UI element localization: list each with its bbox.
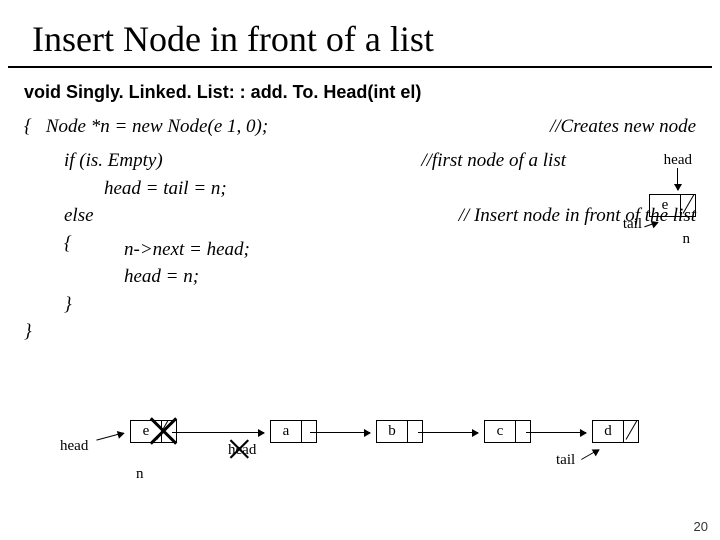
cross-out-icon <box>148 416 178 446</box>
comment-create: //Creates new node <box>550 114 696 140</box>
page-number: 20 <box>694 519 708 534</box>
node-c-val: c <box>485 421 516 442</box>
null-slash-d <box>625 420 639 440</box>
arrow-tail2 <box>581 449 599 460</box>
node-d: d <box>592 420 639 443</box>
label-tail: tail <box>623 216 642 233</box>
label-head: head <box>664 152 692 169</box>
label-tail2: tail <box>556 452 575 469</box>
comment-first: //first node of a list <box>421 148 566 174</box>
arrow-head-down <box>677 168 678 190</box>
code-else: else <box>24 203 94 229</box>
code-close: } <box>24 319 696 345</box>
label-n: n <box>683 231 691 248</box>
node-c: c <box>484 420 531 443</box>
arrow-c-d <box>526 432 586 433</box>
node-a-val: a <box>271 421 302 442</box>
diagram-single-node: head e tail n <box>572 176 702 296</box>
node-e: e <box>649 194 696 217</box>
diagram-list: head e n head a b c d tail <box>60 420 680 500</box>
arrow-tail <box>644 222 657 228</box>
node-b-val: b <box>377 421 408 442</box>
node-e-val: e <box>650 195 681 216</box>
code-if: if (is. Empty) <box>24 148 163 174</box>
arrow-a-b <box>310 432 370 433</box>
node-b: b <box>376 420 423 443</box>
arrow-b-c <box>418 432 478 433</box>
arrow-e-a <box>172 432 264 433</box>
fn-signature: void Singly. Linked. List: : add. To. He… <box>24 80 696 104</box>
label-n2: n <box>136 466 144 483</box>
code-line-if: if (is. Empty) //first node of a list <box>24 148 696 174</box>
arrow-head-e <box>96 432 123 440</box>
label-head2: head <box>60 438 88 455</box>
node-d-val: d <box>593 421 624 442</box>
slide-title: Insert Node in front of a list <box>8 0 712 68</box>
cross-out-oldhead-icon <box>229 439 250 460</box>
code-open: { Node *n = new Node(e 1, 0); <box>24 114 268 140</box>
code-line-new: { Node *n = new Node(e 1, 0); //Creates … <box>24 114 696 140</box>
null-slash <box>682 194 696 214</box>
